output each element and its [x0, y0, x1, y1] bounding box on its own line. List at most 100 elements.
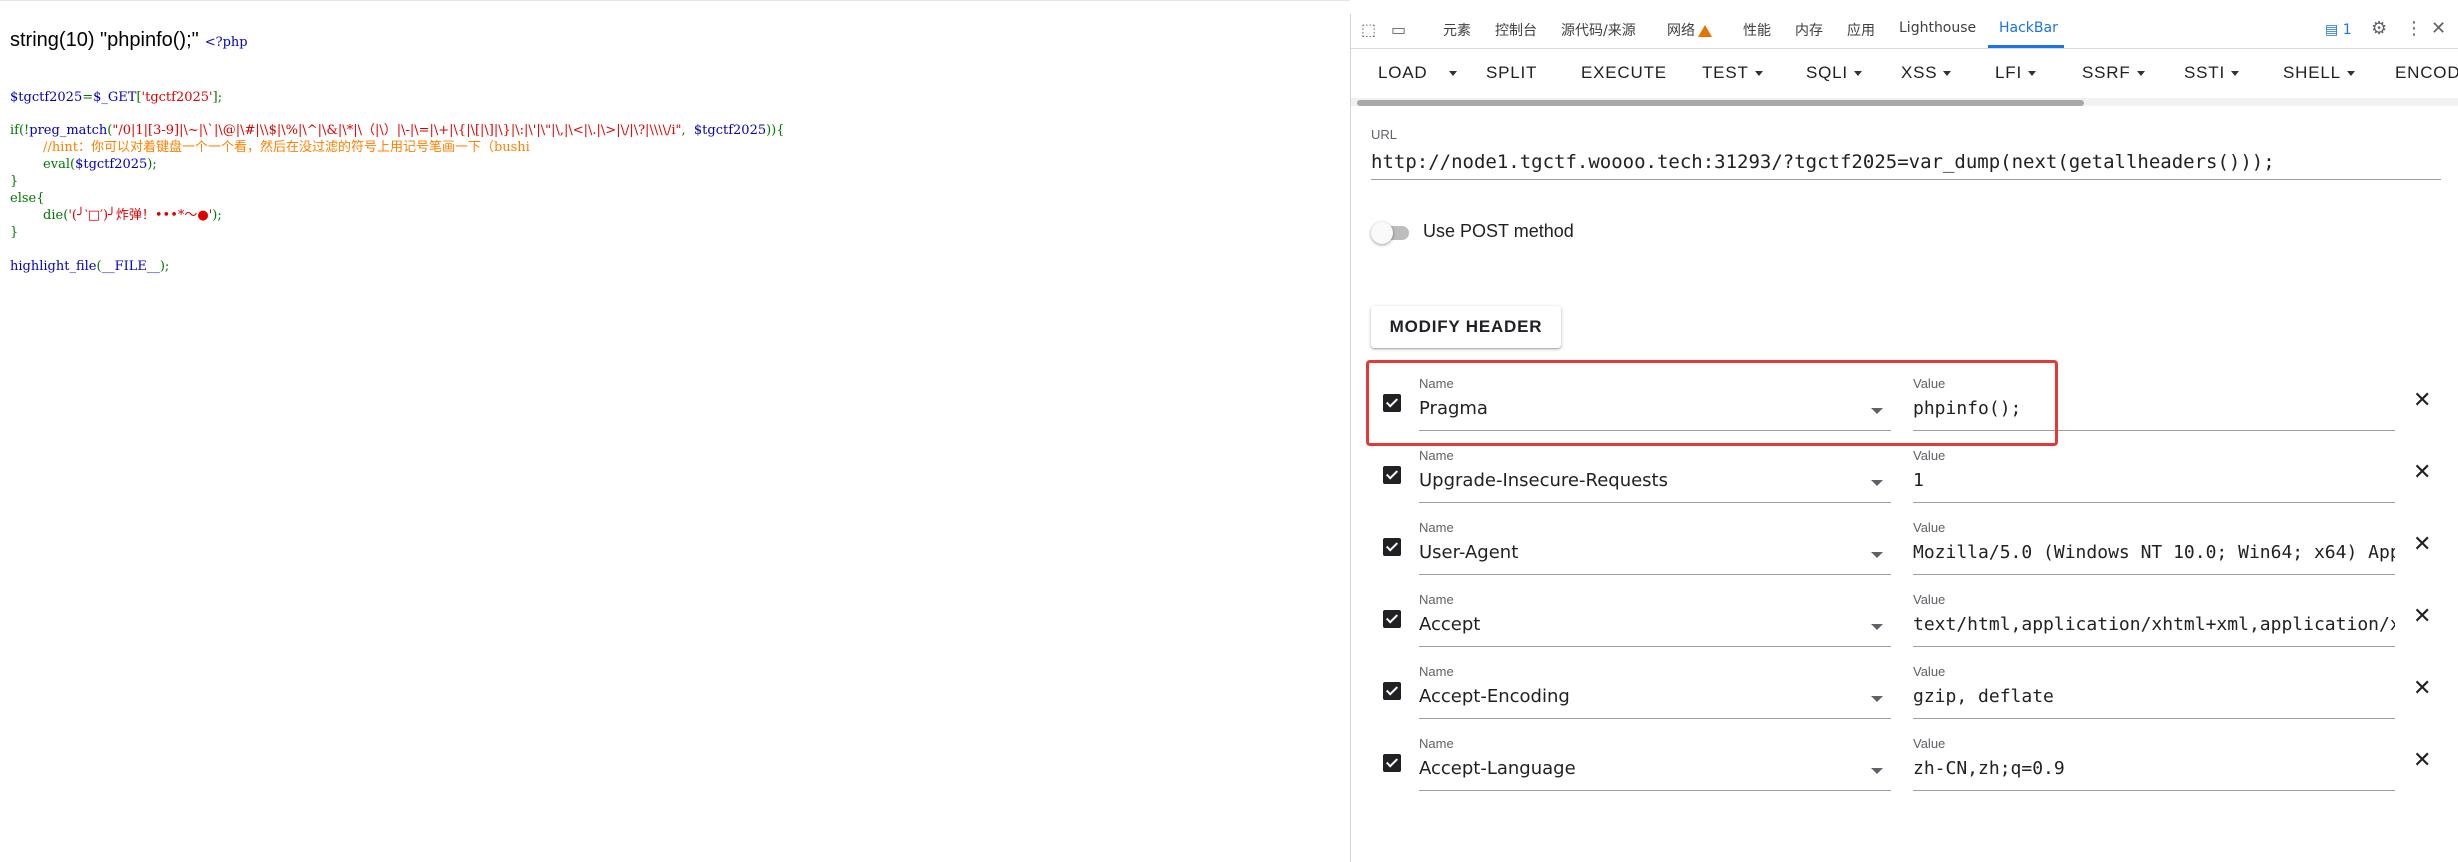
- header-value-field[interactable]: Value zh-CN,zh;q=0.9: [1913, 736, 2395, 791]
- code-token: //hint：你可以对着键盘一个一个看，然后在没过滤的符号上用记号笔画一下（bu…: [10, 140, 530, 155]
- shell-menu[interactable]: SHELL: [2283, 63, 2355, 83]
- header-value-label: Value: [1913, 664, 1946, 679]
- header-value-input: phpinfo();: [1913, 398, 2022, 419]
- header-value-field[interactable]: Value 1: [1913, 448, 2395, 503]
- code-line: if(!preg_match("/0|1|[3-9]|\~|\`|\@|\#|\…: [10, 122, 785, 139]
- chevron-down-icon[interactable]: [1871, 480, 1883, 486]
- header-name-field[interactable]: Name Accept: [1419, 592, 1891, 647]
- modify-header-button[interactable]: MODIFY HEADER: [1371, 306, 1561, 348]
- remove-header-icon[interactable]: ✕: [2413, 532, 2431, 557]
- tab-elements[interactable]: 元素: [1443, 20, 1471, 40]
- code-token: eval(: [10, 157, 76, 172]
- header-value-input: text/html,application/xhtml+xml,applicat…: [1913, 614, 2395, 635]
- ssti-menu[interactable]: SSTI: [2184, 63, 2239, 83]
- active-tab-indicator: [1988, 45, 2064, 48]
- header-enabled-checkbox[interactable]: [1383, 754, 1401, 772]
- header-name-field[interactable]: Name Upgrade-Insecure-Requests: [1419, 448, 1891, 503]
- header-name-value: Pragma: [1419, 398, 1488, 419]
- tab-sources[interactable]: 源代码/来源: [1561, 20, 1636, 40]
- header-value-field[interactable]: Value Mozilla/5.0 (Windows NT 10.0; Win64…: [1913, 520, 2395, 575]
- url-input[interactable]: http://node1.tgctf.woooo.tech:31293/?tgc…: [1371, 151, 2441, 180]
- remove-header-icon[interactable]: ✕: [2413, 748, 2431, 773]
- ssti-menu-label: SSTI: [2184, 63, 2225, 82]
- chevron-down-icon[interactable]: [1871, 552, 1883, 558]
- code-token: )){: [766, 123, 785, 138]
- code-token: highlight_file: [10, 259, 97, 274]
- header-value-field[interactable]: Value text/html,application/xhtml+xml,app…: [1913, 592, 2395, 647]
- tab-lighthouse[interactable]: Lighthouse: [1899, 20, 1976, 36]
- inspect-element-icon[interactable]: ⬚: [1361, 20, 1376, 39]
- load-button[interactable]: LOAD: [1378, 63, 1428, 83]
- header-value-field[interactable]: Value gzip, deflate: [1913, 664, 2395, 719]
- settings-gear-icon[interactable]: ⚙: [2371, 18, 2387, 39]
- code-token: else{: [10, 191, 45, 206]
- header-name-field[interactable]: Name Pragma: [1419, 376, 1891, 431]
- header-name-label: Name: [1419, 376, 1454, 391]
- tab-memory[interactable]: 内存: [1795, 20, 1823, 40]
- remove-header-icon[interactable]: ✕: [2413, 676, 2431, 701]
- tab-application[interactable]: 应用: [1847, 20, 1875, 40]
- code-line: else{: [10, 190, 45, 207]
- code-token: );: [212, 208, 222, 223]
- header-name-field[interactable]: Name Accept-Language: [1419, 736, 1891, 791]
- remove-header-icon[interactable]: ✕: [2413, 388, 2431, 413]
- lfi-menu[interactable]: LFI: [1995, 63, 2036, 83]
- header-row: Name Pragma Value phpinfo(); ✕: [1351, 362, 2458, 434]
- header-name-label: Name: [1419, 592, 1454, 607]
- header-value-label: Value: [1913, 448, 1946, 463]
- header-name-label: Name: [1419, 448, 1454, 463]
- header-name-field[interactable]: Name Accept-Encoding: [1419, 664, 1891, 719]
- xss-menu[interactable]: XSS: [1901, 63, 1952, 83]
- tab-network[interactable]: 网络: [1667, 20, 1712, 40]
- code-token: =: [82, 90, 94, 105]
- more-options-icon[interactable]: ⋮: [2405, 18, 2423, 39]
- header-enabled-checkbox[interactable]: [1383, 682, 1401, 700]
- post-method-toggle[interactable]: [1371, 222, 1393, 244]
- post-method-label: Use POST method: [1423, 221, 1574, 241]
- header-value-label: Value: [1913, 592, 1946, 607]
- code-token: );: [159, 259, 170, 274]
- close-devtools-icon[interactable]: ✕: [2431, 18, 2446, 39]
- header-value-label: Value: [1913, 520, 1946, 535]
- code-line: highlight_file(__FILE__);: [10, 258, 169, 275]
- header-value-field[interactable]: Value phpinfo();: [1913, 376, 2395, 431]
- chat-icon: ▤: [2325, 22, 2339, 38]
- header-enabled-checkbox[interactable]: [1383, 538, 1401, 556]
- header-enabled-checkbox[interactable]: [1383, 610, 1401, 628]
- chevron-down-icon[interactable]: [1871, 768, 1883, 774]
- test-menu[interactable]: TEST: [1702, 63, 1763, 83]
- code-token: 'tgctf2025': [141, 90, 213, 105]
- encoding-menu[interactable]: ENCOD: [2395, 63, 2458, 83]
- load-dropdown[interactable]: [1443, 63, 1457, 83]
- header-enabled-checkbox[interactable]: [1383, 394, 1401, 412]
- chevron-down-icon: [2136, 71, 2145, 77]
- header-value-input: 1: [1913, 470, 1924, 491]
- tab-performance[interactable]: 性能: [1743, 20, 1771, 40]
- code-token: '(╯‵□′)╯炸弹！•••*～●': [68, 208, 213, 223]
- execute-button[interactable]: EXECUTE: [1581, 63, 1667, 83]
- header-name-label: Name: [1419, 520, 1454, 535]
- issues-badge[interactable]: ▤ 1: [2325, 22, 2352, 38]
- header-value-label: Value: [1913, 736, 1946, 751]
- chevron-down-icon[interactable]: [1871, 696, 1883, 702]
- ssrf-menu[interactable]: SSRF: [2082, 63, 2145, 83]
- chevron-down-icon[interactable]: [1871, 408, 1883, 414]
- tab-console[interactable]: 控制台: [1495, 20, 1537, 40]
- code-token: if(!: [10, 123, 30, 138]
- code-line: //hint：你可以对着键盘一个一个看，然后在没过滤的符号上用记号笔画一下（bu…: [10, 139, 530, 156]
- remove-header-icon[interactable]: ✕: [2413, 604, 2431, 629]
- sqli-menu-label: SQLI: [1806, 63, 1848, 82]
- chevron-down-icon[interactable]: [1871, 624, 1883, 630]
- chevron-down-icon: [2346, 71, 2355, 77]
- header-enabled-checkbox[interactable]: [1383, 466, 1401, 484]
- tab-hackbar[interactable]: HackBar: [1999, 20, 2058, 36]
- header-name-value: Accept-Encoding: [1419, 686, 1570, 707]
- device-toolbar-icon[interactable]: ▭: [1391, 20, 1406, 39]
- split-button[interactable]: SPLIT: [1486, 63, 1537, 83]
- php-page: string(10) "phpinfo();" <?php $tgctf2025=…: [0, 0, 1350, 862]
- toolbar-scrollbar-thumb[interactable]: [1357, 100, 2084, 106]
- header-name-field[interactable]: Name User-Agent: [1419, 520, 1891, 575]
- sqli-menu[interactable]: SQLI: [1806, 63, 1862, 83]
- header-row: Name Accept-Encoding Value gzip, deflate ✕: [1351, 650, 2458, 722]
- remove-header-icon[interactable]: ✕: [2413, 460, 2431, 485]
